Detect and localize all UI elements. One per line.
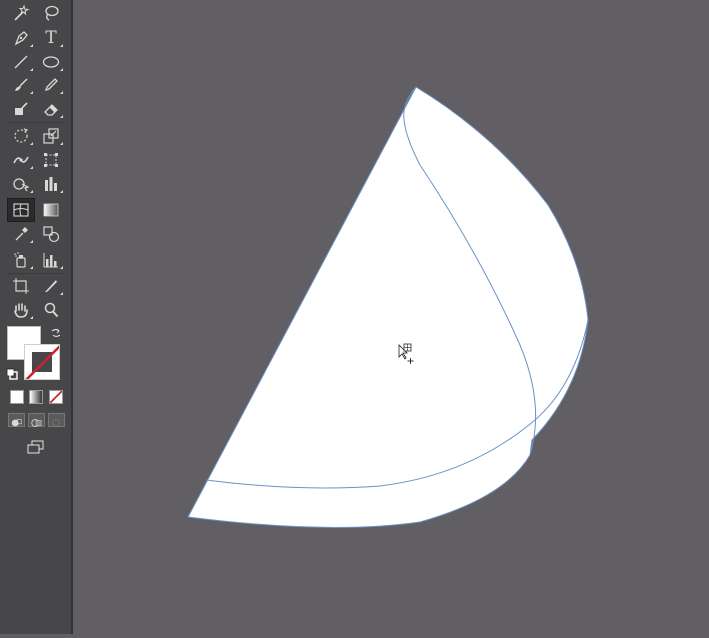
line-icon [14, 55, 28, 69]
lasso-icon [45, 5, 59, 21]
width-icon [13, 156, 29, 164]
column-graph-tool[interactable] [38, 249, 64, 271]
shape-builder-tool[interactable] [8, 173, 34, 195]
bar-graph-icon [43, 253, 58, 268]
eraser-icon [44, 104, 58, 116]
artboard-tool[interactable] [8, 275, 34, 297]
blob-brush-icon [15, 102, 28, 115]
column-graph-icon [45, 177, 57, 191]
wedge-shape[interactable] [187, 86, 589, 528]
type-icon: T [45, 28, 57, 48]
mesh-tool[interactable] [7, 198, 35, 222]
draw-normal-icon [11, 419, 22, 427]
eyedropper-tool[interactable] [8, 223, 34, 245]
draw-behind-button[interactable] [28, 413, 45, 427]
magic-wand-icon [14, 4, 30, 21]
line-segment-tool[interactable] [8, 51, 34, 73]
mesh-icon [13, 203, 29, 217]
symbol-sprayer-icon [14, 252, 26, 268]
tools-panel: T [0, 0, 73, 634]
screen-mode-button[interactable] [22, 436, 48, 458]
artboard-canvas[interactable] [73, 0, 709, 634]
magic-wand-tool[interactable] [8, 2, 34, 24]
eraser-tool[interactable] [38, 98, 64, 120]
hand-tool[interactable] [8, 299, 34, 321]
zoom-icon [44, 302, 59, 318]
pencil-icon [44, 78, 58, 92]
shape-builder-icon [13, 178, 30, 192]
width-tool[interactable] [8, 149, 34, 171]
swap-fill-stroke-icon[interactable] [50, 327, 62, 339]
pen-icon [14, 31, 28, 46]
rotate-tool[interactable] [8, 125, 34, 147]
symbol-sprayer-tool[interactable] [8, 249, 34, 271]
blend-icon [43, 226, 60, 243]
none-mode-button[interactable] [49, 390, 63, 404]
hand-icon [14, 303, 28, 318]
blob-brush-tool[interactable] [8, 98, 34, 120]
zoom-tool[interactable] [38, 299, 64, 321]
paintbrush-tool[interactable] [8, 74, 34, 96]
eyedropper-icon [15, 227, 28, 241]
artboard-icon [13, 278, 29, 294]
paintbrush-icon [15, 78, 28, 91]
color-mode-button[interactable] [10, 390, 24, 404]
none-slash-icon [50, 391, 62, 403]
pen-tool[interactable] [8, 27, 34, 49]
gradient-icon [43, 203, 59, 217]
slice-tool[interactable] [38, 275, 64, 297]
no-color-slash-icon [25, 345, 59, 379]
lasso-tool[interactable] [38, 2, 64, 24]
blend-tool[interactable] [38, 223, 64, 245]
draw-behind-icon [31, 419, 42, 427]
artwork-svg [187, 86, 589, 528]
draw-inside-icon [52, 419, 60, 427]
pencil-tool[interactable] [38, 74, 64, 96]
default-fill-stroke-icon[interactable] [6, 368, 18, 380]
gradient-tool[interactable] [38, 199, 64, 221]
draw-normal-button[interactable] [8, 413, 25, 427]
type-tool[interactable]: T [38, 27, 64, 49]
rotate-icon [14, 128, 29, 143]
free-transform-icon [44, 153, 58, 167]
free-transform-tool[interactable] [38, 149, 64, 171]
scale-tool[interactable] [38, 125, 64, 147]
gradient-mode-button[interactable] [29, 390, 43, 404]
ellipse-tool[interactable] [38, 51, 64, 73]
ellipse-icon [42, 56, 60, 68]
screen-mode-icon [27, 440, 44, 454]
slice-icon [45, 280, 57, 292]
scale-icon [43, 128, 59, 144]
draw-inside-button[interactable] [48, 413, 65, 427]
graph-tool[interactable] [38, 173, 64, 195]
stroke-swatch[interactable] [24, 344, 60, 380]
